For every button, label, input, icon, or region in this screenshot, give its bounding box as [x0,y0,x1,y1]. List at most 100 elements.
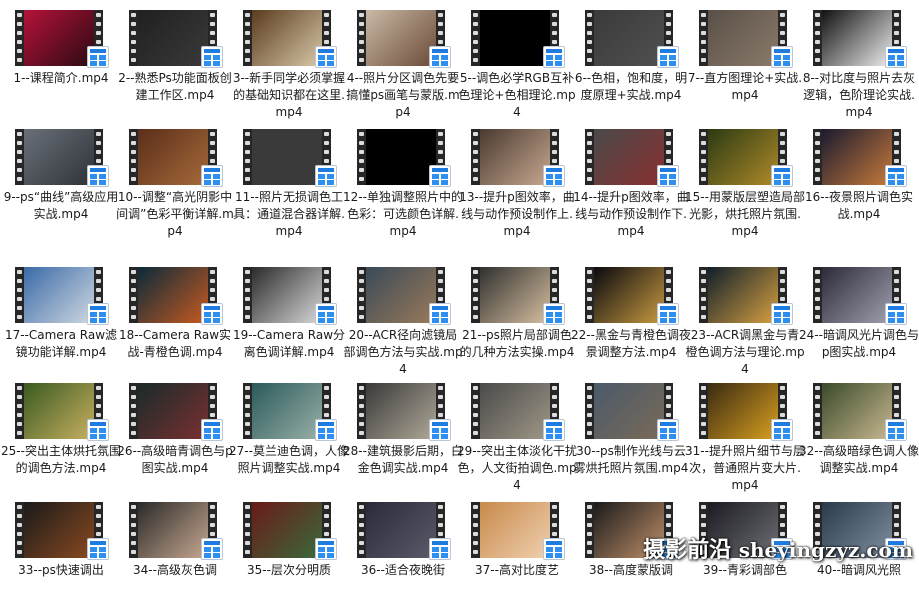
video-file-icon [657,46,679,68]
file-item[interactable]: 29--突出主体淡化干扰色，人文街拍调色.mp4 [457,377,577,495]
film-strip [813,383,822,439]
file-name: 27--莫兰迪色调，人像照片调整实战.mp4 [229,444,349,475]
file-item[interactable]: 8--对比度与照片去灰逻辑，色阶理论实战.mp4 [803,4,915,122]
file-item[interactable]: 16--夜景照片调色实战.mp4 [803,123,915,241]
file-item[interactable]: 10--调整“高光阴影中间调”色彩平衡详解.mp4 [116,123,234,241]
file-item[interactable]: 6--色相，饱和度，明度原理+实战.mp4 [575,4,687,122]
film-strip [585,129,594,185]
thumbnail-image [480,502,550,558]
video-file-icon [429,419,451,441]
file-item[interactable]: 4--照片分区调色先要搞懂ps画笔与蒙版.mp4 [346,4,460,122]
file-item[interactable]: 33--ps快速调出 [5,496,117,614]
file-item[interactable]: 18--Camera Raw实战-青橙色调.mp4 [119,261,231,379]
film-strip [813,10,822,66]
video-file-icon [885,46,907,68]
film-strip [471,267,480,323]
thumbnail-image [708,267,778,323]
file-item[interactable]: 36--适合夜晚街 [347,496,459,614]
file-name: 25--突出主体烘托氛围的调色方法.mp4 [1,444,121,475]
file-name: 7--直方图理论+实战.mp4 [687,71,803,102]
film-strip [471,129,480,185]
file-item[interactable]: 23--ACR调黑金与青橙色调方法与理论.mp4 [685,261,805,379]
file-item[interactable]: 1--课程简介.mp4 [5,4,117,122]
file-item[interactable]: 35--层次分明质 [233,496,345,614]
film-strip [585,383,594,439]
thumbnail-image [252,267,322,323]
video-file-icon [771,303,793,325]
film-strip [699,383,708,439]
file-item[interactable]: 21--ps照片局部调色的几种方法实操.mp4 [460,261,574,379]
file-item[interactable]: 30--ps制作光线与云雾烘托照片氛围.mp4 [574,377,688,495]
film-strip [699,10,708,66]
film-strip [357,10,366,66]
file-item[interactable]: 24--暗调风光片调色与p图实战.mp4 [799,261,919,379]
file-name: 17--Camera Raw滤镜功能详解.mp4 [4,328,118,359]
file-item[interactable]: 37--高对比度艺 [461,496,573,614]
film-strip [129,383,138,439]
file-item[interactable]: 34--高级灰色调 [119,496,231,614]
file-item[interactable]: 7--直方图理论+实战.mp4 [688,4,802,122]
file-item[interactable]: 22--黑金与青橙色调夜景调整方法.mp4 [571,261,691,379]
file-name: 9--ps“曲线”高级应用实战.mp4 [3,190,119,221]
file-item[interactable]: 25--突出主体烘托氛围的调色方法.mp4 [1,377,121,495]
file-item[interactable]: 9--ps“曲线”高级应用实战.mp4 [4,123,118,241]
thumbnail-image [24,267,94,323]
thumbnail-image [822,129,892,185]
film-strip [357,129,366,185]
file-item[interactable]: 28--建筑摄影后期，白金色调实战.mp4 [343,377,463,495]
file-name: 6--色相，饱和度，明度原理+实战.mp4 [574,71,688,102]
file-item[interactable]: 15--用蒙版层塑造局部光影，烘托照片氛围.mp4 [685,123,805,241]
thumbnail-image [24,10,94,66]
file-item[interactable]: 11--照片无损调色工具：通道混合器详解.mp4 [233,123,345,241]
file-name: 5--调色必学RGB互补色理论+色相理论.mp4 [458,71,576,119]
video-file-icon [315,538,337,560]
thumbnail-image [252,10,322,66]
film-strip [15,129,24,185]
file-item[interactable]: 12--单独调整照片中的色彩：可选颜色详解.mp4 [343,123,463,241]
file-grid: 1--课程简介.mp4 2--熟悉Ps功能面板创建工作区.mp4 3--新手同学必须… [0,0,919,577]
film-strip [585,267,594,323]
file-item[interactable]: 14--提升p图效率，曲线与动作预设制作下.mp4 [573,123,689,241]
file-name: 20--ACR径向滤镜局部调色方法与实战.mp4 [343,328,463,376]
file-name: 34--高级灰色调 [133,563,217,577]
file-item[interactable]: 32--高级暗绿色调人像调整实战.mp4 [799,377,919,495]
thumbnail-image [138,129,208,185]
thumbnail-image [366,502,436,558]
video-file-icon [543,538,565,560]
file-item[interactable]: 20--ACR径向滤镜局部调色方法与实战.mp4 [343,261,463,379]
thumbnail-image [708,10,778,66]
thumbnail-image [24,129,94,185]
film-strip [813,267,822,323]
film-strip [471,502,480,558]
file-item[interactable]: 13--提升p图效率，曲线与动作预设制作上.mp4 [459,123,575,241]
file-name: 3--新手同学必须掌握的基础知识都在这里.mp4 [232,71,346,119]
video-file-icon [201,419,223,441]
file-item[interactable]: 2--熟悉Ps功能面板创建工作区.mp4 [118,4,232,122]
file-item[interactable]: 3--新手同学必须掌握的基础知识都在这里.mp4 [233,4,345,122]
film-strip [585,502,594,558]
file-name: 36--适合夜晚街 [361,563,445,577]
file-item[interactable]: 27--莫兰迪色调，人像照片调整实战.mp4 [229,377,349,495]
film-strip [15,502,24,558]
video-file-icon [543,46,565,68]
file-item[interactable]: 5--调色必学RGB互补色理论+色相理论.mp4 [458,4,576,122]
video-file-icon [87,419,109,441]
video-file-icon [543,165,565,187]
film-strip [699,267,708,323]
film-strip [243,383,252,439]
film-strip [471,10,480,66]
thumbnail-image [822,383,892,439]
video-file-icon [885,165,907,187]
thumbnail-image [480,383,550,439]
file-item[interactable]: 17--Camera Raw滤镜功能详解.mp4 [5,261,117,379]
thumbnail-image [138,267,208,323]
file-item[interactable]: 19--Camera Raw分离色调详解.mp4 [233,261,345,379]
file-name: 18--Camera Raw实战-青橙色调.mp4 [118,328,232,359]
film-strip [129,10,138,66]
video-file-icon [201,165,223,187]
video-file-icon [657,419,679,441]
file-item[interactable]: 26--高级暗青调色与p图实战.mp4 [117,377,233,495]
thumbnail-image [138,502,208,558]
file-item[interactable]: 31--提升照片细节与层次，普通照片变大片.mp4 [685,377,805,495]
file-name: 37--高对比度艺 [475,563,559,577]
